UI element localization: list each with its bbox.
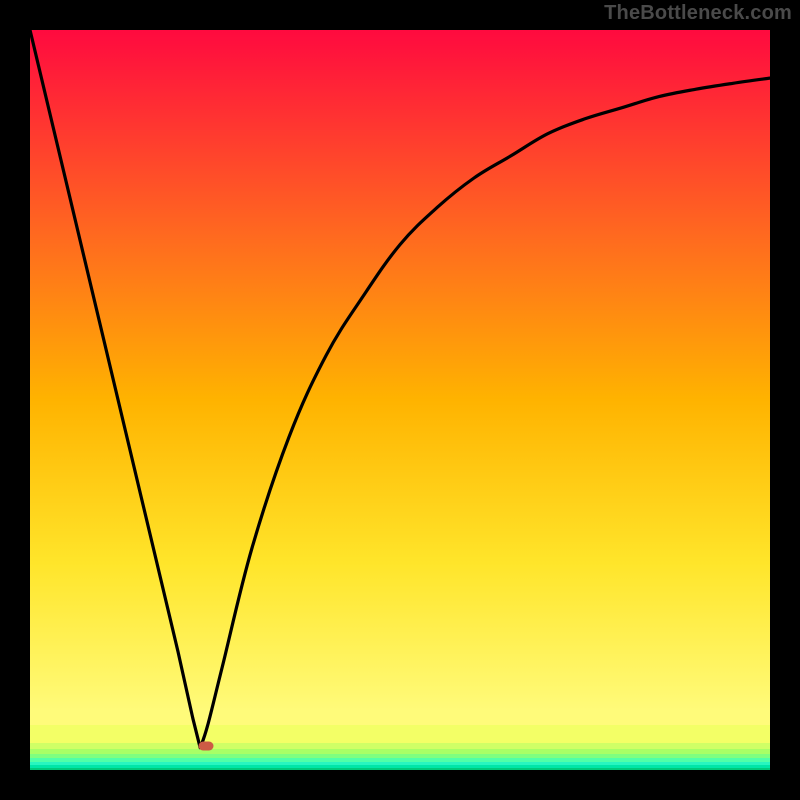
plot-area (30, 30, 770, 770)
bottleneck-curve (30, 30, 770, 770)
minimum-marker (199, 742, 214, 751)
watermark-text: TheBottleneck.com (604, 2, 792, 25)
canvas: TheBottleneck.com (0, 0, 800, 800)
